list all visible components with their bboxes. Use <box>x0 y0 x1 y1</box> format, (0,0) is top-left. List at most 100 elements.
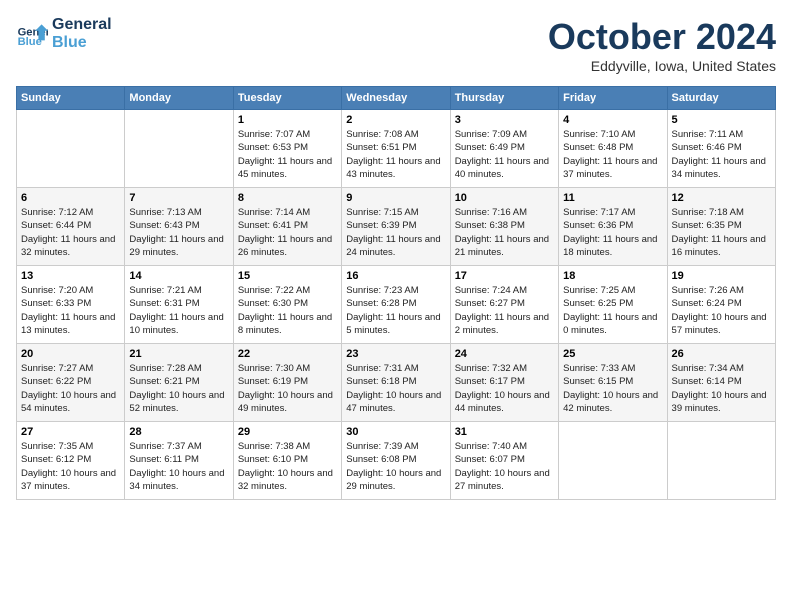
day-info: Sunrise: 7:27 AMSunset: 6:22 PMDaylight:… <box>21 362 120 415</box>
day-number: 9 <box>346 192 445 204</box>
day-info: Sunrise: 7:24 AMSunset: 6:27 PMDaylight:… <box>455 284 554 337</box>
svg-text:Blue: Blue <box>18 36 42 48</box>
day-info: Sunrise: 7:20 AMSunset: 6:33 PMDaylight:… <box>21 284 120 337</box>
day-info: Sunrise: 7:21 AMSunset: 6:31 PMDaylight:… <box>129 284 228 337</box>
day-info: Sunrise: 7:15 AMSunset: 6:39 PMDaylight:… <box>346 206 445 259</box>
day-number: 17 <box>455 270 554 282</box>
logo: General Blue General Blue <box>16 16 112 51</box>
day-number: 8 <box>238 192 337 204</box>
calendar-cell: 5 Sunrise: 7:11 AMSunset: 6:46 PMDaylight… <box>667 110 775 188</box>
calendar-cell: 20 Sunrise: 7:27 AMSunset: 6:22 PMDayligh… <box>17 344 125 422</box>
day-info: Sunrise: 7:26 AMSunset: 6:24 PMDaylight:… <box>672 284 771 337</box>
day-number: 2 <box>346 114 445 126</box>
day-number: 11 <box>563 192 662 204</box>
day-number: 18 <box>563 270 662 282</box>
calendar-cell: 3Sunrise: 7:09 AMSunset: 6:49 PMDaylight… <box>450 110 558 188</box>
day-number: 10 <box>455 192 554 204</box>
day-number: 7 <box>129 192 228 204</box>
day-number: 13 <box>21 270 120 282</box>
calendar-cell: 21 Sunrise: 7:28 AMSunset: 6:21 PMDayligh… <box>125 344 233 422</box>
day-info: Sunrise: 7:25 AMSunset: 6:25 PMDaylight:… <box>563 284 662 337</box>
calendar-cell: 10Sunrise: 7:16 AMSunset: 6:38 PMDayligh… <box>450 188 558 266</box>
calendar-cell: 8 Sunrise: 7:14 AMSunset: 6:41 PMDaylight… <box>233 188 341 266</box>
calendar-cell: 25Sunrise: 7:33 AMSunset: 6:15 PMDayligh… <box>559 344 667 422</box>
day-info: Sunrise: 7:32 AMSunset: 6:17 PMDaylight:… <box>455 362 554 415</box>
calendar-cell: 19 Sunrise: 7:26 AMSunset: 6:24 PMDayligh… <box>667 266 775 344</box>
day-info: Sunrise: 7:31 AMSunset: 6:18 PMDaylight:… <box>346 362 445 415</box>
day-info: Sunrise: 7:17 AMSunset: 6:36 PMDaylight:… <box>563 206 662 259</box>
weekday-header: Sunday <box>17 87 125 110</box>
calendar-cell: 18 Sunrise: 7:25 AMSunset: 6:25 PMDayligh… <box>559 266 667 344</box>
day-number: 6 <box>21 192 120 204</box>
calendar-cell: 31 Sunrise: 7:40 AMSunset: 6:07 PMDayligh… <box>450 422 558 500</box>
day-info: Sunrise: 7:10 AMSunset: 6:48 PMDaylight:… <box>563 128 662 181</box>
day-info: Sunrise: 7:11 AMSunset: 6:46 PMDaylight:… <box>672 128 771 181</box>
day-number: 20 <box>21 348 120 360</box>
calendar-cell <box>559 422 667 500</box>
calendar-cell: 1 Sunrise: 7:07 AMSunset: 6:53 PMDaylight… <box>233 110 341 188</box>
month-title: October 2024 <box>548 16 776 58</box>
calendar-cell: 6Sunrise: 7:12 AMSunset: 6:44 PMDaylight… <box>17 188 125 266</box>
weekday-header: Saturday <box>667 87 775 110</box>
calendar-cell: 4 Sunrise: 7:10 AMSunset: 6:48 PMDaylight… <box>559 110 667 188</box>
calendar-cell: 17 Sunrise: 7:24 AMSunset: 6:27 PMDayligh… <box>450 266 558 344</box>
day-number: 15 <box>238 270 337 282</box>
title-area: October 2024 Eddyville, Iowa, United Sta… <box>548 16 776 74</box>
day-number: 5 <box>672 114 771 126</box>
day-number: 22 <box>238 348 337 360</box>
weekday-header: Tuesday <box>233 87 341 110</box>
logo-general: General <box>52 16 112 34</box>
day-number: 27 <box>21 426 120 438</box>
calendar-cell: 22Sunrise: 7:30 AMSunset: 6:19 PMDayligh… <box>233 344 341 422</box>
day-number: 12 <box>672 192 771 204</box>
weekday-header: Monday <box>125 87 233 110</box>
calendar-cell: 14Sunrise: 7:21 AMSunset: 6:31 PMDayligh… <box>125 266 233 344</box>
logo-icon: General Blue <box>16 18 48 50</box>
day-info: Sunrise: 7:38 AMSunset: 6:10 PMDaylight:… <box>238 440 337 493</box>
calendar-cell: 7 Sunrise: 7:13 AMSunset: 6:43 PMDaylight… <box>125 188 233 266</box>
calendar-cell: 11 Sunrise: 7:17 AMSunset: 6:36 PMDayligh… <box>559 188 667 266</box>
day-info: Sunrise: 7:39 AMSunset: 6:08 PMDaylight:… <box>346 440 445 493</box>
weekday-header: Thursday <box>450 87 558 110</box>
calendar-cell: 16 Sunrise: 7:23 AMSunset: 6:28 PMDayligh… <box>342 266 450 344</box>
day-number: 16 <box>346 270 445 282</box>
calendar-week-row: 13 Sunrise: 7:20 AMSunset: 6:33 PMDayligh… <box>17 266 776 344</box>
calendar-cell: 12 Sunrise: 7:18 AMSunset: 6:35 PMDayligh… <box>667 188 775 266</box>
calendar-cell: 13 Sunrise: 7:20 AMSunset: 6:33 PMDayligh… <box>17 266 125 344</box>
calendar-week-row: 20 Sunrise: 7:27 AMSunset: 6:22 PMDayligh… <box>17 344 776 422</box>
day-info: Sunrise: 7:07 AMSunset: 6:53 PMDaylight:… <box>238 128 337 181</box>
calendar-week-row: 1 Sunrise: 7:07 AMSunset: 6:53 PMDaylight… <box>17 110 776 188</box>
day-info: Sunrise: 7:13 AMSunset: 6:43 PMDaylight:… <box>129 206 228 259</box>
logo-blue: Blue <box>52 34 112 52</box>
calendar-cell: 29Sunrise: 7:38 AMSunset: 6:10 PMDayligh… <box>233 422 341 500</box>
day-info: Sunrise: 7:40 AMSunset: 6:07 PMDaylight:… <box>455 440 554 493</box>
calendar-table: SundayMondayTuesdayWednesdayThursdayFrid… <box>16 86 776 500</box>
day-info: Sunrise: 7:08 AMSunset: 6:51 PMDaylight:… <box>346 128 445 181</box>
day-number: 1 <box>238 114 337 126</box>
calendar-cell <box>17 110 125 188</box>
day-number: 19 <box>672 270 771 282</box>
location: Eddyville, Iowa, United States <box>548 58 776 74</box>
day-number: 24 <box>455 348 554 360</box>
day-number: 31 <box>455 426 554 438</box>
weekday-header: Friday <box>559 87 667 110</box>
day-info: Sunrise: 7:23 AMSunset: 6:28 PMDaylight:… <box>346 284 445 337</box>
calendar-cell: 30 Sunrise: 7:39 AMSunset: 6:08 PMDayligh… <box>342 422 450 500</box>
logo-wordmark: General Blue <box>52 16 112 51</box>
day-info: Sunrise: 7:37 AMSunset: 6:11 PMDaylight:… <box>129 440 228 493</box>
day-info: Sunrise: 7:22 AMSunset: 6:30 PMDaylight:… <box>238 284 337 337</box>
calendar-cell: 9 Sunrise: 7:15 AMSunset: 6:39 PMDaylight… <box>342 188 450 266</box>
day-number: 30 <box>346 426 445 438</box>
day-number: 25 <box>563 348 662 360</box>
calendar-cell <box>125 110 233 188</box>
day-info: Sunrise: 7:35 AMSunset: 6:12 PMDaylight:… <box>21 440 120 493</box>
weekday-header-row: SundayMondayTuesdayWednesdayThursdayFrid… <box>17 87 776 110</box>
day-info: Sunrise: 7:18 AMSunset: 6:35 PMDaylight:… <box>672 206 771 259</box>
day-info: Sunrise: 7:28 AMSunset: 6:21 PMDaylight:… <box>129 362 228 415</box>
day-number: 4 <box>563 114 662 126</box>
day-number: 26 <box>672 348 771 360</box>
calendar-week-row: 27 Sunrise: 7:35 AMSunset: 6:12 PMDayligh… <box>17 422 776 500</box>
day-number: 21 <box>129 348 228 360</box>
calendar-cell: 28Sunrise: 7:37 AMSunset: 6:11 PMDayligh… <box>125 422 233 500</box>
day-info: Sunrise: 7:14 AMSunset: 6:41 PMDaylight:… <box>238 206 337 259</box>
